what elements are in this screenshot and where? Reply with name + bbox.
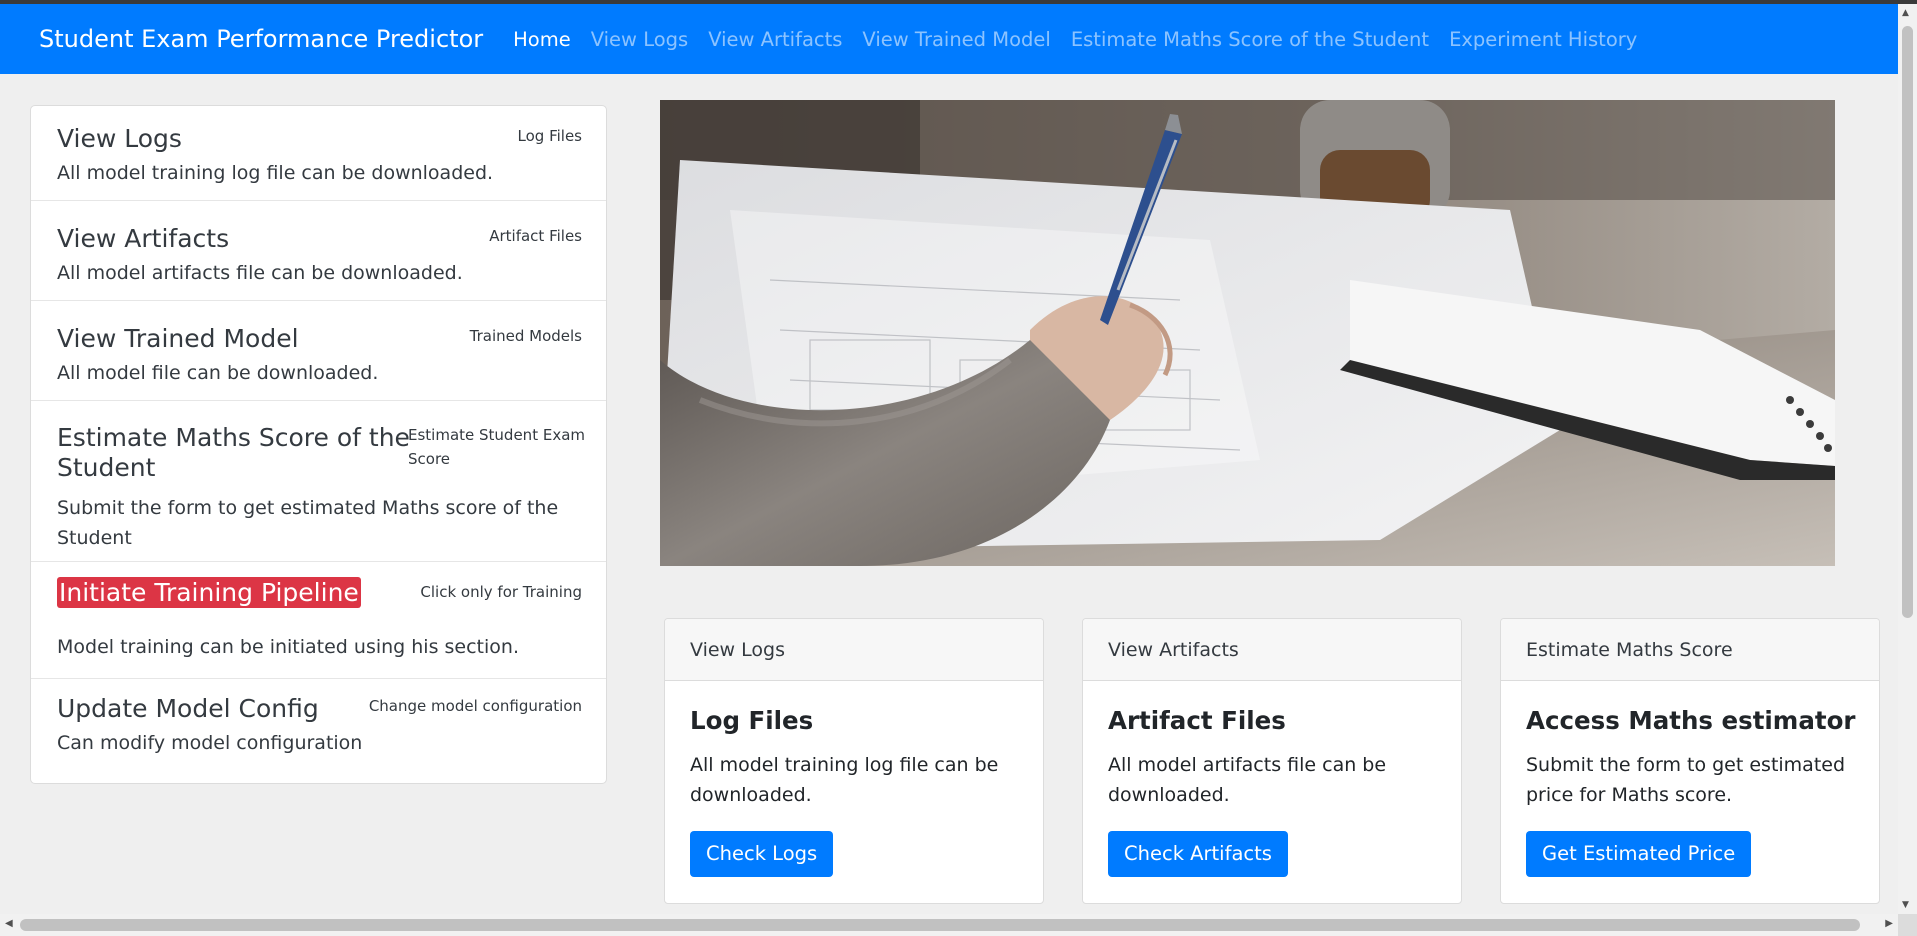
sidebar-item-estimate-maths-score[interactable]: Estimate Maths Score of the Student Esti… [31, 401, 606, 562]
vertical-scroll-thumb[interactable] [1902, 26, 1913, 618]
sidebar-item-view-artifacts[interactable]: View Artifacts Artifact Files All model … [31, 201, 606, 301]
card-header: Estimate Maths Score [1501, 619, 1879, 681]
sidebar-item-view-trained-model[interactable]: View Trained Model Trained Models All mo… [31, 301, 606, 401]
card-view-artifacts: View Artifacts Artifact Files All model … [1082, 618, 1462, 904]
card-view-logs: View Logs Log Files All model training l… [664, 618, 1044, 904]
sidebar-item-tag-line1: Estimate Student Exam [408, 426, 585, 444]
nav-link-home[interactable]: Home [513, 28, 571, 51]
sidebar-item-update-model-config[interactable]: Update Model Config Change model configu… [31, 679, 606, 783]
horizontal-scrollbar[interactable]: ◀ ▶ [0, 914, 1898, 936]
sidebar-item-title: View Trained Model [57, 324, 299, 353]
nav-link-estimate-maths-score[interactable]: Estimate Maths Score of the Student [1071, 28, 1429, 51]
card-estimate-maths-score: Estimate Maths Score Access Maths estima… [1500, 618, 1880, 904]
sidebar-item-tag: Log Files [517, 127, 582, 145]
sidebar-item-text: Can modify model configuration [57, 732, 363, 754]
sidebar-list-group: View Logs Log Files All model training l… [30, 105, 607, 784]
card-title: Artifact Files [1108, 706, 1286, 735]
sidebar-item-view-logs[interactable]: View Logs Log Files All model training l… [31, 106, 606, 201]
nav-link-view-trained-model[interactable]: View Trained Model [862, 28, 1050, 51]
sidebar-item-title: View Artifacts [57, 224, 230, 253]
student-writing-photo-icon [660, 100, 1835, 566]
card-text: All model artifacts file can be download… [1108, 754, 1387, 806]
nav-link-view-artifacts[interactable]: View Artifacts [708, 28, 842, 51]
scroll-down-arrow-icon[interactable]: ▼ [1902, 900, 1909, 910]
scrollbar-corner [1898, 914, 1917, 936]
sidebar-item-tag: Trained Models [469, 327, 582, 345]
card-title: Access Maths estimator [1526, 706, 1856, 735]
navbar-brand[interactable]: Student Exam Performance Predictor [39, 25, 483, 53]
check-artifacts-button[interactable]: Check Artifacts [1108, 831, 1288, 877]
scroll-right-arrow-icon[interactable]: ▶ [1885, 918, 1893, 929]
sidebar-item-text-line1: Submit the form to get estimated Maths s… [57, 497, 559, 519]
card-header: View Logs [665, 619, 1043, 681]
card-title: Log Files [690, 706, 814, 735]
card-header: View Artifacts [1083, 619, 1461, 681]
card-text: Submit the form to get estimated price f… [1526, 754, 1846, 806]
sidebar-item-tag: Artifact Files [489, 227, 582, 245]
horizontal-scroll-thumb[interactable] [20, 919, 1860, 931]
sidebar-item-title-line2: Student [57, 453, 156, 482]
sidebar-item-text: Model training can be initiated using hi… [57, 636, 519, 658]
scroll-left-arrow-icon[interactable]: ◀ [5, 918, 13, 929]
hero-image [660, 100, 1835, 566]
vertical-scrollbar[interactable]: ▲ ▼ [1898, 4, 1917, 914]
check-logs-button[interactable]: Check Logs [690, 831, 834, 877]
nav-link-experiment-history[interactable]: Experiment History [1449, 28, 1637, 51]
top-navbar: Student Exam Performance Predictor Home … [0, 4, 1898, 74]
sidebar-item-title-line1: Estimate Maths Score of the [57, 423, 410, 452]
get-estimated-price-button[interactable]: Get Estimated Price [1526, 831, 1752, 877]
sidebar-item-text-line2: Student [57, 527, 132, 549]
sidebar-item-title: Update Model Config [57, 694, 319, 723]
card-text: All model training log file can be downl… [690, 754, 999, 806]
sidebar-item-initiate-training[interactable]: Initiate Training Pipeline Click only fo… [31, 562, 606, 679]
nav-link-view-logs[interactable]: View Logs [591, 28, 688, 51]
sidebar-item-title: Initiate Training Pipeline [57, 577, 361, 608]
training-pipeline-badge[interactable]: Initiate Training Pipeline [57, 577, 361, 608]
sidebar-item-tag: Change model configuration [368, 697, 582, 715]
sidebar-item-text: All model training log file can be downl… [57, 162, 494, 184]
sidebar-item-tag-line2: Score [408, 450, 451, 468]
sidebar-item-text: All model file can be downloaded. [57, 362, 379, 384]
sidebar-item-title: View Logs [57, 124, 182, 153]
sidebar-item-text: All model artifacts file can be download… [57, 262, 463, 284]
scroll-up-arrow-icon[interactable]: ▲ [1902, 8, 1909, 18]
sidebar-item-tag: Click only for Training [420, 583, 582, 601]
